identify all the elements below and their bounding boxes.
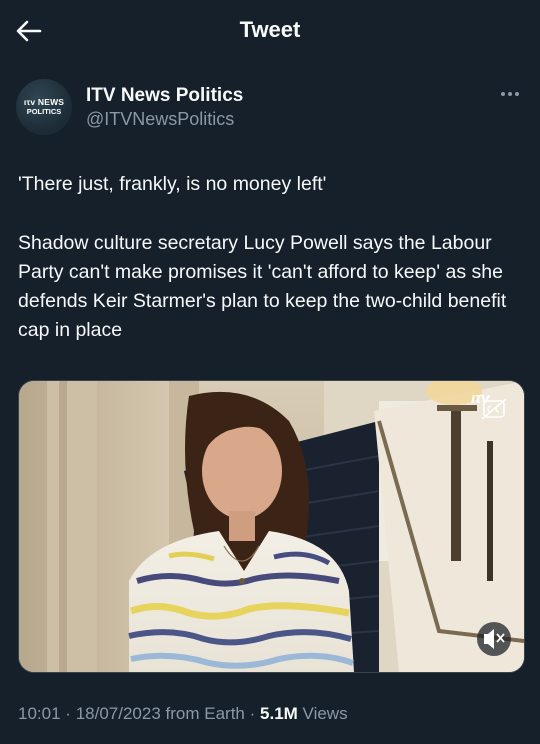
more-options-icon[interactable] xyxy=(498,84,522,104)
author-display-name[interactable]: ITV News Politics xyxy=(86,85,243,107)
tweet-quote-text: 'There just, frankly, is no money left' xyxy=(18,173,327,195)
tweet-body-text: Shadow culture secretary Lucy Powell say… xyxy=(18,232,507,341)
itv-watermark: ιτv xyxy=(471,390,491,407)
views-label: Views xyxy=(302,704,348,723)
avatar[interactable]: ιτv NEWS POLITICS xyxy=(16,79,72,135)
page-title: Tweet xyxy=(239,17,301,42)
tweet-metadata: 10:01 · 18/07/2023 from Earth · 5.1M Vie… xyxy=(18,704,348,724)
avatar-logo-line1: ιτv NEWS xyxy=(23,97,65,107)
tweet-source: from Earth xyxy=(165,704,245,723)
watermark-text: ιτv xyxy=(471,390,491,407)
top-bar: Tweet xyxy=(0,0,540,60)
muted-speaker-icon[interactable] xyxy=(477,622,511,656)
video-frame: ιτv xyxy=(19,381,524,672)
separator: · xyxy=(249,704,256,723)
separator: · xyxy=(65,704,71,723)
tweet-video[interactable]: ιτv xyxy=(18,380,525,673)
tweet-date: 18/07/2023 xyxy=(75,704,161,723)
author-handle[interactable]: @ITVNewsPolitics xyxy=(86,109,234,130)
avatar-logo-line2: POLITICS xyxy=(26,107,62,116)
tweet-time: 10:01 xyxy=(18,704,61,723)
views-count[interactable]: 5.1M xyxy=(260,704,298,723)
